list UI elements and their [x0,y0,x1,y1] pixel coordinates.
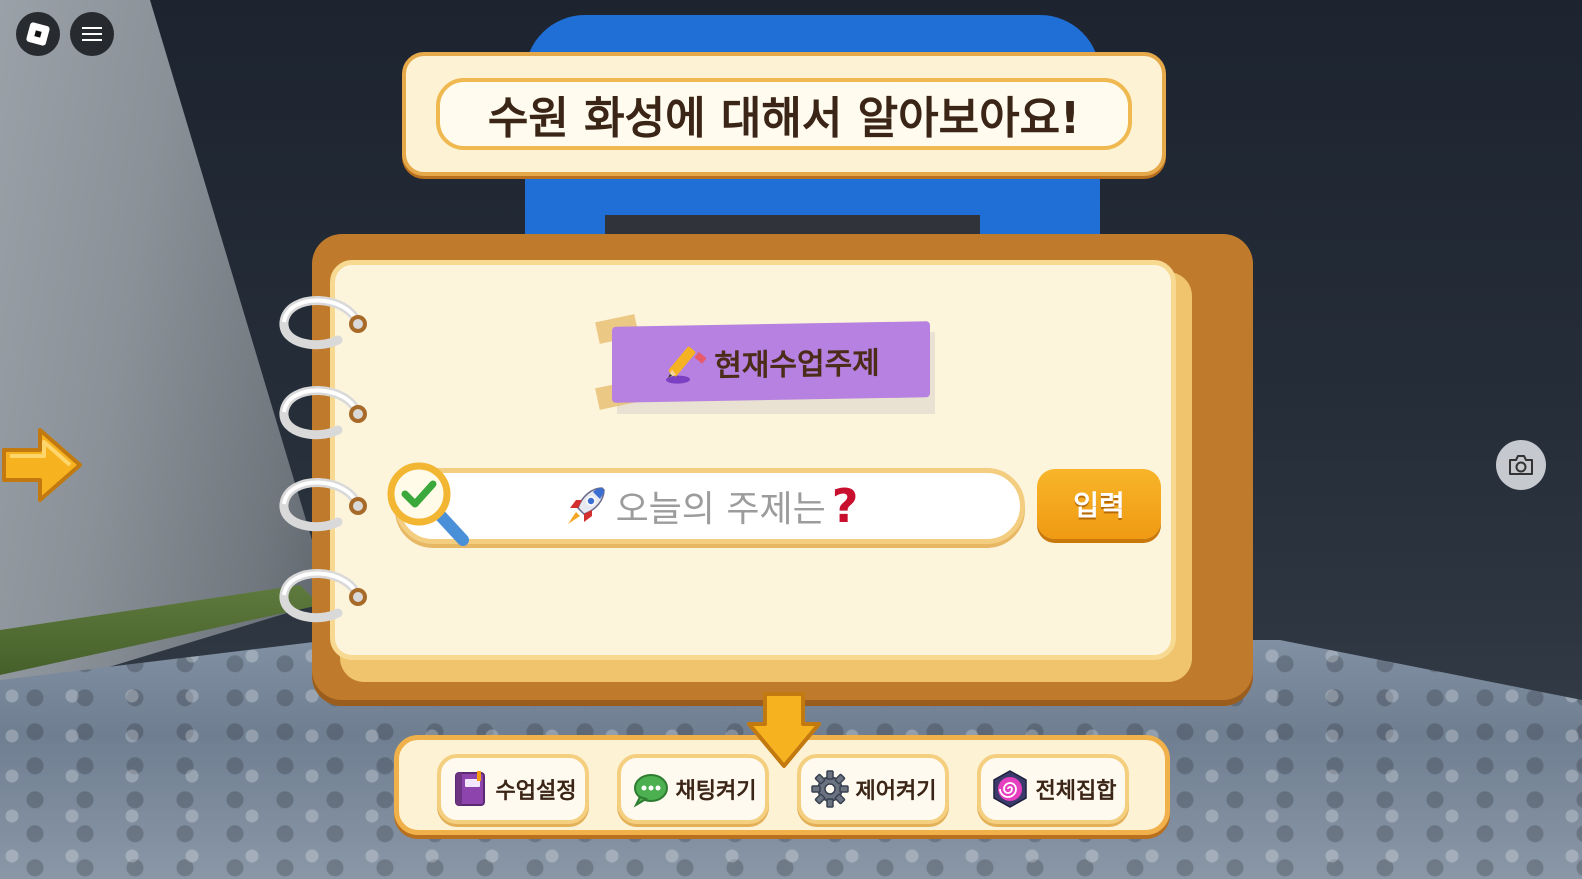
submit-topic-button[interactable]: 입력 [1037,469,1161,539]
topic-badge-label-box: 현재수업주제 [612,321,930,403]
topic-input-placeholder: 오늘의 주제는 [615,489,826,530]
title-frame: 수원 화성에 대해서 알아보아요! [436,78,1132,150]
binder-ring-icon [278,382,370,444]
swirl-icon [992,770,1027,808]
binder-ring-icon [278,474,370,536]
class-settings-button[interactable]: 수업설정 [437,754,589,824]
control-toggle-label: 제어켜기 [855,779,937,804]
arrow-right-icon[interactable] [0,422,86,508]
binder-ring-icon [278,565,370,627]
hamburger-icon [82,27,102,41]
arrow-down-icon[interactable] [745,690,823,770]
roblox-menu-button[interactable] [16,12,60,56]
gather-all-label: 전체집합 [1035,779,1117,804]
submit-topic-label: 입력 [1073,489,1125,522]
hamburger-menu-button[interactable] [70,12,114,56]
screenshot-button[interactable] [1496,440,1546,490]
book-icon [454,771,485,806]
title-banner: 수원 화성에 대해서 알아보아요! [402,52,1166,176]
pencil-icon [666,346,707,384]
topic-badge-label: 현재수업주제 [714,346,880,384]
rocket-icon [567,487,605,524]
camera-icon [1509,455,1533,475]
gather-all-button[interactable]: 전체집합 [977,754,1129,824]
binder-ring-icon [278,292,370,354]
roblox-logo-icon [25,21,51,47]
chat-bubble-icon [633,774,668,808]
magnifier-check-icon [387,462,469,546]
class-settings-label: 수업설정 [495,779,577,804]
topic-input-field[interactable]: 오늘의 주제는 ? [395,468,1025,544]
chat-toggle-label: 채팅켜기 [675,779,757,804]
question-mark-icon: ? [831,479,859,533]
page-title: 수원 화성에 대해서 알아보아요! [487,93,1081,144]
topic-badge: 현재수업주제 [595,314,937,416]
gear-icon [810,770,849,808]
